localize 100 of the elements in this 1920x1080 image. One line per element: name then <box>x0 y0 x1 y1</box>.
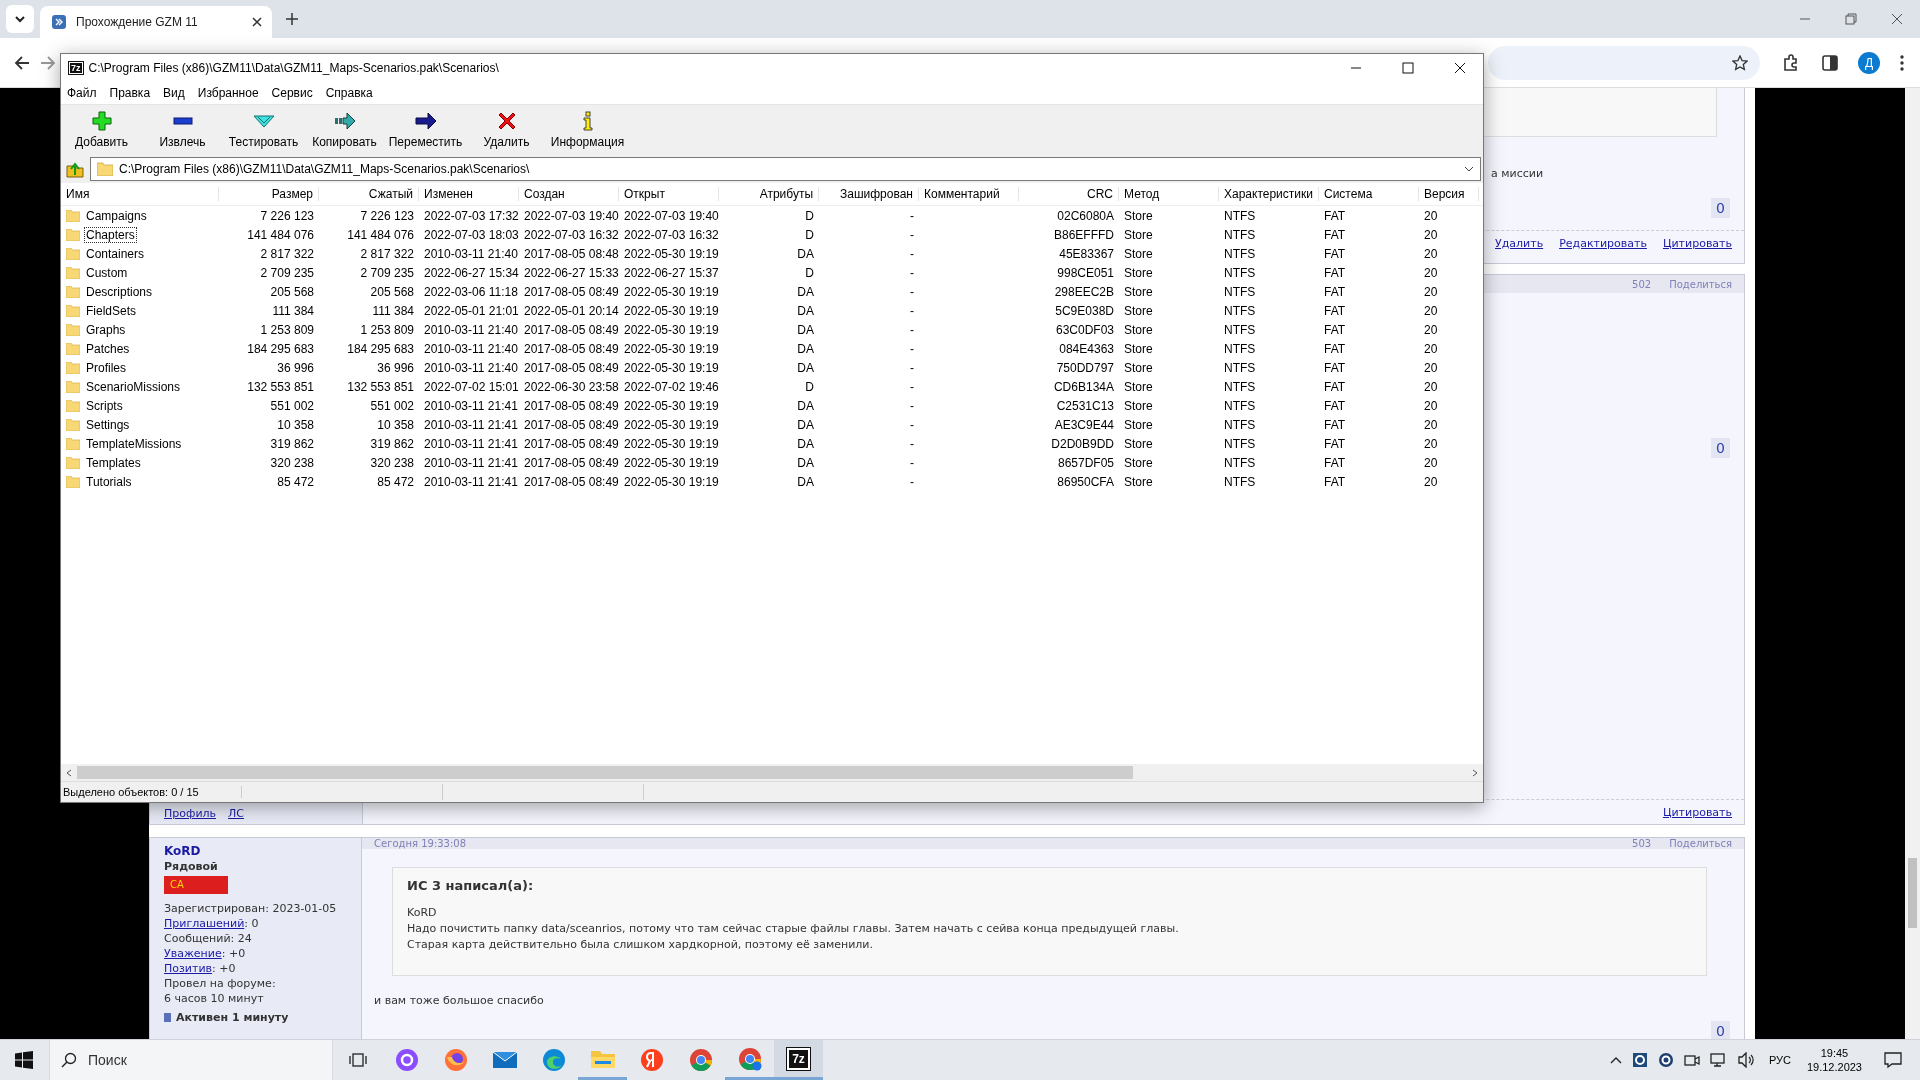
table-cell-text: 2022-05-30 19:19 <box>623 417 719 432</box>
star-icon[interactable] <box>1732 54 1748 71</box>
table-cell-text: - <box>909 303 915 318</box>
column-header[interactable]: Размер <box>219 187 319 201</box>
table-cell-text: - <box>909 322 915 337</box>
tab-list-button[interactable] <box>6 5 34 33</box>
menu-item[interactable]: Справка <box>325 86 373 100</box>
file-name[interactable]: Scripts <box>84 397 125 414</box>
toolbar-button[interactable]: Копировать <box>304 106 385 154</box>
maximize-icon[interactable] <box>1402 62 1414 74</box>
post-action-link[interactable]: Цитировать <box>1662 237 1732 250</box>
post-action-link[interactable]: Цитировать <box>1662 806 1732 819</box>
file-name[interactable]: Campaigns <box>84 207 149 224</box>
file-name[interactable]: Templates <box>84 454 143 471</box>
toolbar-button[interactable]: Добавить <box>61 106 142 154</box>
folder-icon <box>66 418 80 431</box>
new-tab-icon[interactable] <box>286 13 298 25</box>
menu-item[interactable]: Правка <box>109 86 151 100</box>
table-cell-text: 2022-06-30 23:58 <box>523 379 619 394</box>
back-icon[interactable] <box>14 54 30 71</box>
file-name[interactable]: Profiles <box>84 359 128 376</box>
path-field[interactable]: C:\Program Files (x86)\GZM11\Data\GZM11_Maps-Scenarios.pak\Scenarios\ <box>90 157 1481 181</box>
table-cell-text: FAT <box>1323 246 1347 261</box>
file-name[interactable]: Chapters <box>84 226 137 243</box>
table-cell-text: 132 553 851 <box>246 379 315 394</box>
column-header[interactable]: Версия <box>1419 187 1479 201</box>
column-header[interactable]: Система <box>1319 187 1419 201</box>
side-panel-icon[interactable] <box>1822 54 1838 71</box>
file-name[interactable]: Patches <box>84 340 132 357</box>
column-header[interactable]: Атрибуты <box>719 187 819 201</box>
menu-item[interactable]: Файл <box>67 86 97 100</box>
column-header[interactable]: CRC <box>1019 187 1119 201</box>
profile-link[interactable]: ЛС <box>228 807 244 820</box>
toolbar-button[interactable]: Переместить <box>385 106 466 154</box>
menu-item[interactable]: Вид <box>163 86 185 100</box>
browser-tab[interactable]: Прохождение GZM 11 <box>40 6 272 38</box>
column-header[interactable]: Создан <box>519 187 619 201</box>
ring-icon[interactable] <box>1657 1052 1674 1068</box>
menu-icon[interactable] <box>1900 54 1904 71</box>
file-name[interactable]: Tutorials <box>84 473 134 490</box>
table-cell-text: 20 <box>1423 227 1439 242</box>
profile-avatar[interactable]: Д <box>1858 51 1880 74</box>
file-name[interactable]: Settings <box>84 416 132 433</box>
menu-item[interactable]: Сервис <box>271 86 313 100</box>
clock[interactable]: 19:45 19.12.2023 <box>1806 1046 1862 1074</box>
scroll-left-icon[interactable] <box>65 768 73 777</box>
network-icon[interactable] <box>1709 1052 1728 1068</box>
status-text: Выделено объектов: 0 / 15 <box>61 786 242 798</box>
page-scrollbar[interactable] <box>1905 88 1920 1039</box>
column-header[interactable]: Характеристики <box>1219 187 1319 201</box>
taskbar-app-button[interactable]: 7z <box>774 1040 823 1080</box>
windows-start-icon[interactable] <box>15 1051 33 1069</box>
toolbar-button[interactable]: Удалить <box>466 106 547 154</box>
column-header[interactable]: Имя <box>61 187 219 201</box>
table-cell-text: NTFS <box>1223 246 1257 261</box>
language-indicator[interactable]: РУС <box>1768 1054 1791 1066</box>
column-header[interactable]: Открыт <box>619 187 719 201</box>
toolbar-button[interactable]: Извлечь <box>142 106 223 154</box>
column-header[interactable]: Комментарий <box>919 187 1019 201</box>
column-header[interactable]: Метод <box>1119 187 1219 201</box>
close-icon[interactable] <box>1454 62 1466 74</box>
folder-up-icon[interactable] <box>66 160 84 178</box>
notification-icon[interactable] <box>1884 1051 1902 1069</box>
file-name[interactable]: TemplateMissions <box>84 435 184 452</box>
table-cell-text: 2017-08-05 08:49 <box>523 322 619 337</box>
file-name[interactable]: Graphs <box>84 321 128 338</box>
close-icon[interactable] <box>252 17 262 27</box>
toolbar-button[interactable]: Тестировать <box>223 106 304 154</box>
rating-counter: 0 <box>1711 1021 1730 1039</box>
scroll-right-icon[interactable] <box>1471 768 1479 777</box>
profile-stat-link[interactable]: Уважение <box>164 947 222 960</box>
author-name[interactable]: KoRD <box>164 844 347 858</box>
chevron-up-icon[interactable] <box>1609 1055 1622 1065</box>
post-action-link[interactable]: Удалить <box>1495 237 1544 250</box>
taskbar-search-field[interactable]: Поиск <box>49 1040 333 1080</box>
column-header[interactable]: Зашифрован <box>819 187 919 201</box>
restore-icon[interactable] <box>1845 13 1857 25</box>
folder-icon <box>66 209 80 222</box>
file-name[interactable]: ScenarioMissions <box>84 378 183 395</box>
column-header[interactable]: Сжатый <box>319 187 419 201</box>
file-name[interactable]: Descriptions <box>84 283 155 300</box>
forward-icon[interactable] <box>40 54 56 71</box>
folder-icon <box>66 266 80 279</box>
post-action-link[interactable]: Редактировать <box>1559 237 1647 250</box>
folder-icon <box>66 475 80 488</box>
file-name[interactable]: FieldSets <box>84 302 139 319</box>
address-field[interactable] <box>1488 45 1760 80</box>
gear-icon[interactable] <box>1631 1052 1648 1068</box>
menu-item[interactable]: Избранное <box>197 86 259 100</box>
file-name[interactable]: Containers <box>84 245 147 262</box>
puzzle-icon[interactable] <box>1782 53 1800 72</box>
column-header[interactable]: Изменен <box>419 187 519 201</box>
dropdown-caret-icon[interactable] <box>1464 166 1474 172</box>
table-cell-text: FAT <box>1323 417 1347 432</box>
profile-link[interactable]: Профиль <box>164 807 217 820</box>
speaker-icon[interactable] <box>1737 1052 1756 1068</box>
horizontal-scrollbar[interactable] <box>61 764 1483 781</box>
file-name[interactable]: Custom <box>84 264 130 281</box>
toolbar-button[interactable]: Информация <box>547 106 628 154</box>
camera-icon[interactable] <box>1683 1052 1700 1068</box>
